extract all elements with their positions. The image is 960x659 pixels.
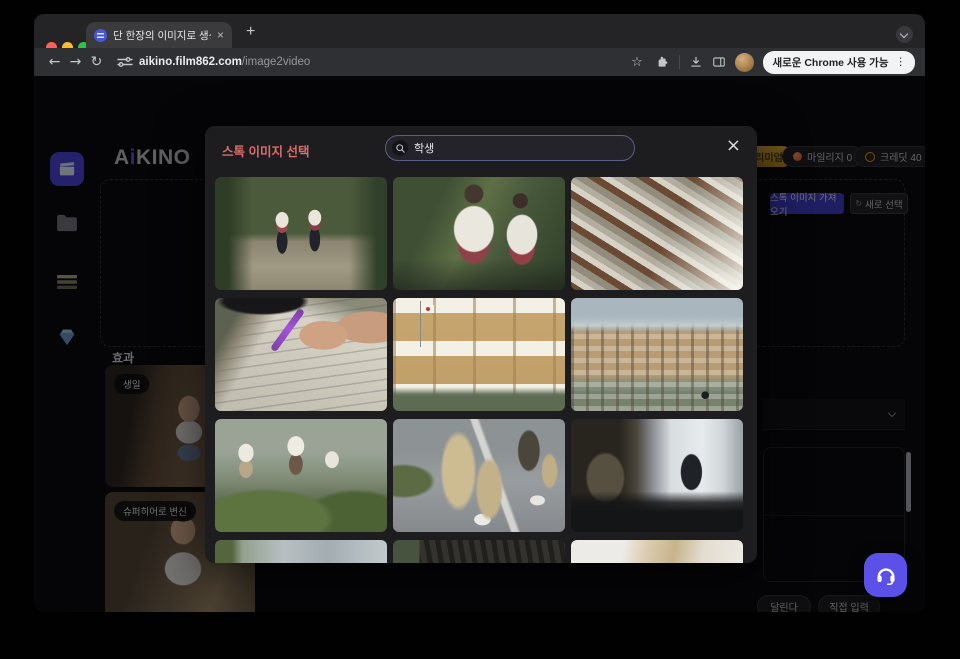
new-tab-button[interactable]: + [246,23,255,41]
flag-detail [422,305,434,313]
bookmark-star-icon[interactable]: ☆ [626,55,647,70]
stock-image[interactable] [215,419,387,532]
pen-detail [270,307,305,352]
extensions-icon[interactable] [656,55,670,69]
stock-image[interactable] [571,419,743,532]
tab-close-icon[interactable]: × [217,29,224,41]
support-chat-button[interactable] [864,553,907,597]
reload-button[interactable]: ↻ [86,54,107,70]
tab-title: 단 한장의 이미지로 생성하는 시네 [113,28,211,43]
stock-image[interactable] [393,419,565,532]
stock-image[interactable] [571,177,743,290]
site-settings-icon[interactable] [117,56,133,68]
stock-image[interactable] [393,540,565,563]
stock-image[interactable] [393,177,565,290]
stock-image[interactable] [393,298,565,411]
downloads-icon[interactable] [689,55,703,69]
modal-title: 스톡 이미지 선택 [222,141,309,160]
toolbar-right: ☆ 새로운 Chrome 사용 가능 ⋮ [626,51,915,74]
stock-image[interactable] [215,298,387,411]
chrome-update-button[interactable]: 새로운 Chrome 사용 가능 ⋮ [763,51,915,74]
side-panel-icon[interactable] [712,55,726,69]
stock-image[interactable] [215,177,387,290]
screenshot-canvas: 단 한장의 이미지로 생성하는 시네 × + ← → ↻ aikino.film… [0,0,960,659]
chrome-update-label: 새로운 Chrome 사용 가능 [772,55,888,70]
page-scrollbar-thumb[interactable] [906,452,911,512]
browser-window: 단 한장의 이미지로 생성하는 시네 × + ← → ↻ aikino.film… [34,14,925,612]
tab-search-button[interactable] [896,26,913,43]
stock-image[interactable] [571,298,743,411]
tab-favicon-icon [94,29,107,42]
forward-button[interactable]: → [65,54,86,70]
headset-icon [875,565,897,585]
browser-menu-icon[interactable]: ⋮ [896,56,907,68]
chevron-down-icon [900,30,908,38]
address-bar[interactable]: aikino.film862.com/image2video [139,56,310,68]
toolbar-divider [679,55,680,69]
stock-image-modal: 스톡 이미지 선택 × [205,126,757,563]
back-button[interactable]: ← [44,54,65,70]
modal-close-icon[interactable]: × [726,135,741,156]
url-host: aikino.film862.com [139,56,242,68]
browser-tab[interactable]: 단 한장의 이미지로 생성하는 시네 × [86,22,232,48]
search-input[interactable] [414,142,628,154]
url-path: /image2video [242,56,310,68]
stock-search-bar[interactable] [385,135,635,161]
stock-image[interactable] [571,540,743,563]
stock-image[interactable] [215,540,387,563]
search-icon [392,140,408,156]
browser-toolbar: ← → ↻ aikino.film862.com/image2video ☆ [34,48,925,76]
profile-avatar[interactable] [735,53,754,72]
tab-strip: 단 한장의 이미지로 생성하는 시네 × + [34,14,925,48]
stock-image-grid [215,177,743,563]
